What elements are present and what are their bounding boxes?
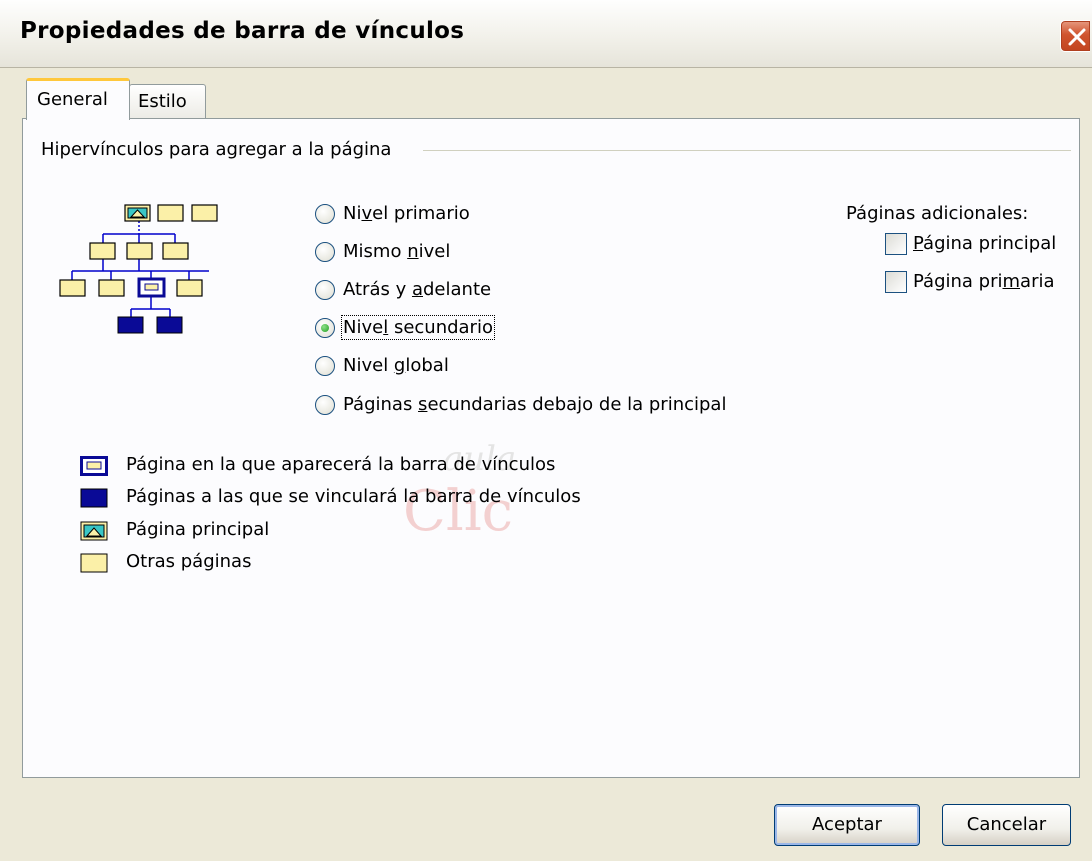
window-title: Propiedades de barra de vínculos — [20, 18, 465, 44]
linked-page-icon — [80, 488, 108, 508]
checkbox-label: Página primaria — [913, 271, 1055, 292]
tab-general[interactable]: General — [26, 78, 130, 120]
cancel-button[interactable]: Cancelar — [942, 804, 1071, 846]
legend-text: Página en la que aparecerá la barra de v… — [126, 454, 556, 475]
radio-label: Nivel primario — [343, 203, 470, 224]
home-page-icon — [80, 521, 108, 541]
close-button[interactable] — [1060, 20, 1090, 52]
radio-label: Atrás y adelante — [343, 279, 492, 300]
other-page-icon — [80, 553, 108, 573]
radio-button-selected[interactable] — [315, 318, 335, 338]
radio-button[interactable] — [315, 280, 335, 300]
site-structure-diagram — [59, 204, 218, 334]
radio-label: Nivel secundario — [341, 315, 495, 340]
legend-text: Página principal — [126, 519, 270, 540]
radio-button[interactable] — [315, 204, 335, 224]
radio-button[interactable] — [315, 395, 335, 415]
radio-button[interactable] — [315, 356, 335, 376]
additional-pages-label: Páginas adicionales: — [846, 203, 1029, 224]
checkbox-label: Página principal — [913, 233, 1057, 254]
window-frame — [0, 68, 14, 861]
current-page-icon — [80, 456, 108, 476]
tab-estilo[interactable]: Estilo — [129, 84, 206, 119]
title-bar: Propiedades de barra de vínculos — [0, 0, 1092, 68]
legend-text: Otras páginas — [126, 551, 252, 572]
legend-text: Páginas a las que se vinculará la barra … — [126, 486, 581, 507]
tab-general-label: General — [37, 89, 108, 110]
radio-button[interactable] — [315, 242, 335, 262]
radio-label: Mismo nivel — [343, 241, 451, 262]
accept-button[interactable]: Aceptar — [774, 804, 920, 846]
group-label: Hipervínculos para agregar a la página — [41, 139, 392, 160]
radio-label: Páginas secundarias debajo de la princip… — [343, 394, 727, 415]
radio-label: Nivel global — [343, 355, 449, 376]
tab-panel-general: Hipervínculos para agregar a la página N… — [22, 118, 1080, 778]
group-divider — [423, 150, 1071, 151]
checkbox[interactable] — [885, 271, 907, 293]
checkbox[interactable] — [885, 233, 907, 255]
tab-estilo-label: Estilo — [138, 91, 187, 112]
close-icon — [1068, 28, 1086, 46]
radio-selected-dot — [321, 324, 329, 332]
